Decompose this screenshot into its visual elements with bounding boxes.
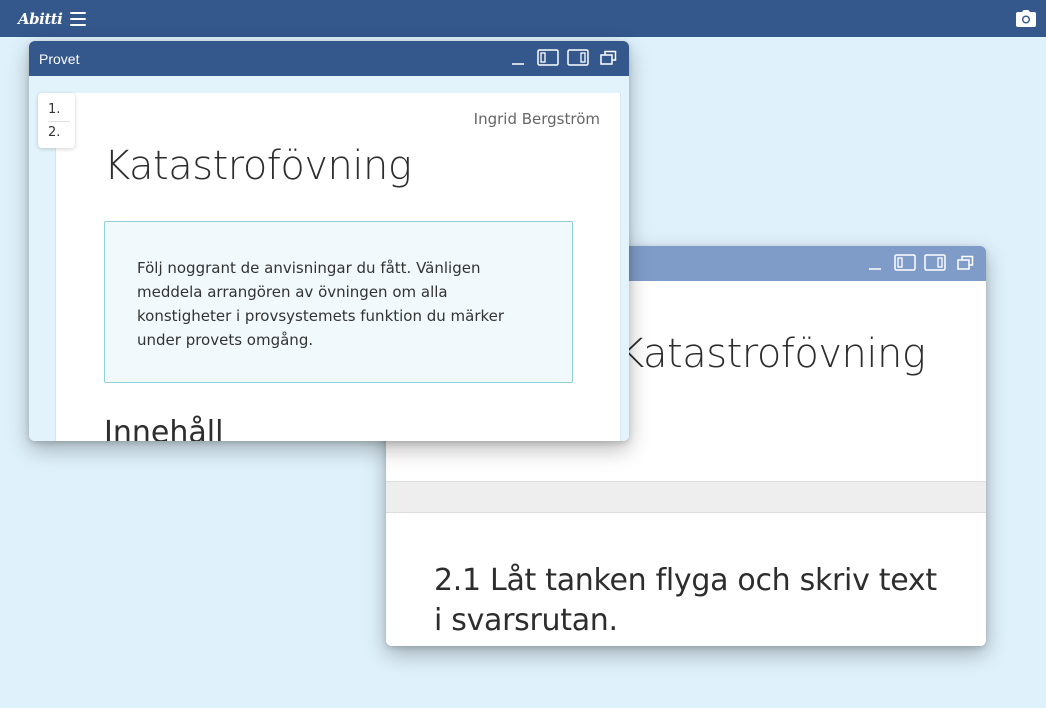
abitti-logo: Abitti (18, 9, 63, 28)
table-of-contents: 1. 2. (38, 93, 75, 148)
restore-icon[interactable] (954, 254, 976, 271)
toc-item-1[interactable]: 1. (48, 99, 70, 121)
exam-window-titlebar[interactable]: Provet (29, 41, 629, 76)
contents-heading: Innehåll (104, 415, 224, 441)
exam-window-content[interactable]: 1. 2. Ingrid Bergström Katastrofövning F… (29, 76, 629, 441)
toc-item-2[interactable]: 2. (48, 121, 70, 144)
dock-left-icon[interactable] (537, 49, 559, 66)
hamburger-menu-icon[interactable] (70, 11, 87, 26)
restore-icon[interactable] (597, 49, 619, 66)
exam-title: Katastrofövning (104, 143, 412, 189)
minimize-icon[interactable] (507, 49, 529, 66)
dock-right-icon[interactable] (924, 254, 946, 271)
exam-paper: Ingrid Bergström Katastrofövning Följ no… (55, 93, 621, 441)
dock-left-icon[interactable] (894, 254, 916, 271)
camera-icon[interactable] (1016, 10, 1036, 27)
author-name: Ingrid Bergström (473, 110, 600, 128)
dock-right-icon[interactable] (567, 49, 589, 66)
instructions-box: Följ noggrant de anvisningar du fått. Vä… (104, 221, 573, 383)
exam-title: Katastrofövning (618, 331, 926, 377)
section-divider (386, 481, 986, 513)
question-text: 2.1 Låt tanken flyga och skriv text i sv… (434, 563, 937, 638)
exam-window-title: Provet (39, 50, 80, 67)
exam-window[interactable]: Provet 1. 2. Ingrid Bergström Katastrofö… (29, 41, 629, 441)
top-bar: Abitti (0, 0, 1046, 37)
minimize-icon[interactable] (864, 254, 886, 271)
